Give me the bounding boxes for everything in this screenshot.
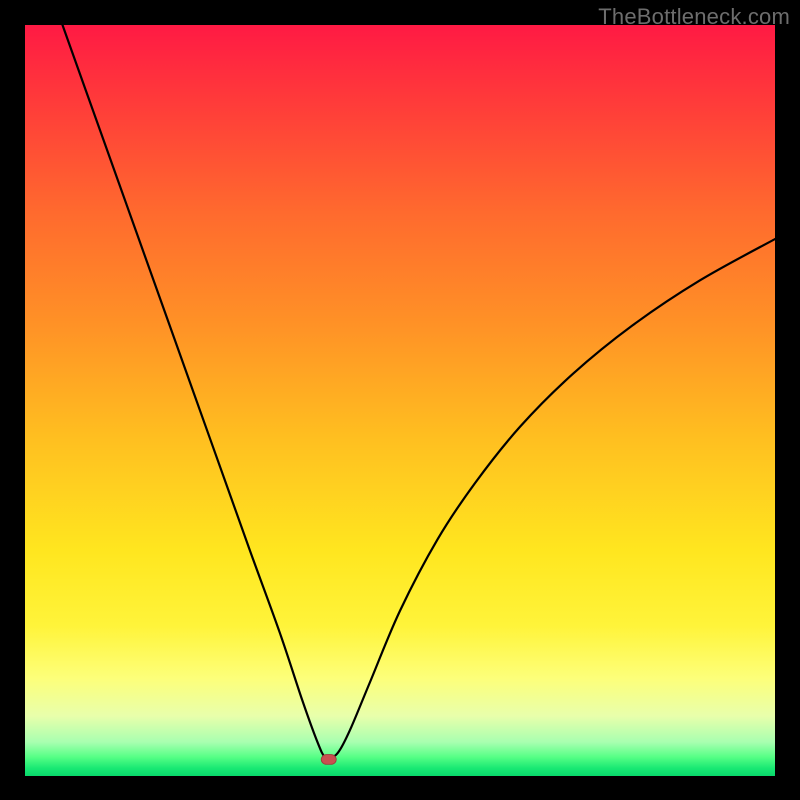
plot-area [25,25,775,776]
curve-layer [25,25,775,776]
chart-frame: TheBottleneck.com [0,0,800,800]
watermark-text: TheBottleneck.com [598,4,790,30]
optimal-point-marker [321,755,336,765]
bottleneck-curve [63,25,776,759]
